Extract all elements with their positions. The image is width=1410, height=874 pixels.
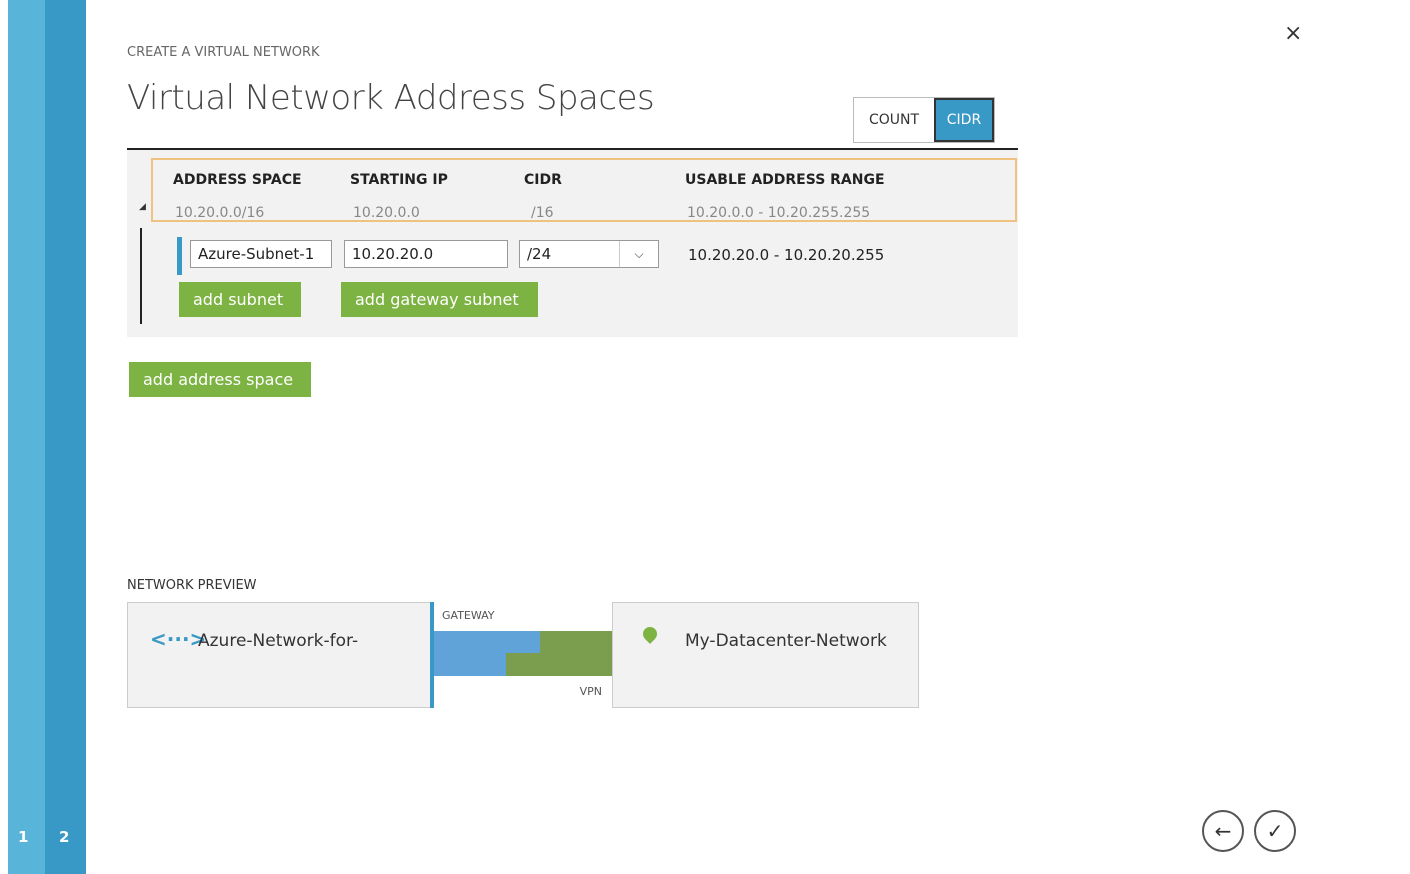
view-mode-toggle: COUNT CIDR xyxy=(853,97,995,143)
local-network-box: My-Datacenter-Network xyxy=(612,602,919,708)
header-address-space: ADDRESS SPACE xyxy=(173,172,302,188)
back-arrow-button[interactable]: ← xyxy=(1202,810,1244,852)
count-toggle-button[interactable]: COUNT xyxy=(854,98,934,142)
cidr-value: /16 xyxy=(531,205,554,221)
step-1[interactable]: 1 xyxy=(8,0,45,874)
azure-network-box: <···> Azure-Network-for- xyxy=(127,602,432,708)
close-icon[interactable]: × xyxy=(1284,22,1302,46)
step-2-number: 2 xyxy=(59,828,70,846)
subnet-starting-ip-input[interactable]: 10.20.20.0 xyxy=(344,240,508,268)
page-title: Virtual Network Address Spaces xyxy=(127,78,655,118)
subnet-name-input[interactable]: Azure-Subnet-1 xyxy=(190,240,332,268)
subnet-usable-range: 10.20.20.0 - 10.20.20.255 xyxy=(688,246,885,264)
wizard-subtitle: CREATE A VIRTUAL NETWORK xyxy=(127,45,320,60)
address-space-row[interactable]: ADDRESS SPACE STARTING IP CIDR USABLE AD… xyxy=(151,158,1017,222)
starting-ip-value: 10.20.0.0 xyxy=(353,205,420,221)
address-space-table: ADDRESS SPACE STARTING IP CIDR USABLE AD… xyxy=(127,148,1018,337)
header-usable-range: USABLE ADDRESS RANGE xyxy=(685,172,885,188)
subnet-cidr-select[interactable]: /24 ⌵ xyxy=(519,240,659,268)
wizard-steps: 1 2 xyxy=(8,0,86,874)
add-gateway-subnet-button[interactable]: add gateway subnet xyxy=(341,282,538,317)
address-space-value: 10.20.0.0/16 xyxy=(175,205,265,221)
local-network-name: My-Datacenter-Network xyxy=(685,631,887,651)
location-pin-icon xyxy=(640,624,660,644)
connection-diagram: GATEWAY VPN xyxy=(430,602,616,708)
step-1-number: 1 xyxy=(18,828,29,846)
chevron-down-icon[interactable]: ⌵ xyxy=(619,241,658,267)
vpn-band-upper xyxy=(540,631,612,653)
cidr-toggle-button[interactable]: CIDR xyxy=(934,98,994,142)
subnet-row-indicator xyxy=(177,237,182,275)
add-subnet-button[interactable]: add subnet xyxy=(179,282,301,317)
subnet-cidr-value: /24 xyxy=(527,245,552,263)
collapse-triangle-icon[interactable]: ◢ xyxy=(139,202,146,212)
azure-network-name: Azure-Network-for- xyxy=(198,631,359,651)
subnet-tree-line xyxy=(140,228,142,324)
gateway-label: GATEWAY xyxy=(442,609,495,622)
vpn-band-lower xyxy=(506,653,612,676)
network-preview-label: NETWORK PREVIEW xyxy=(127,578,257,593)
step-2[interactable]: 2 xyxy=(45,0,86,874)
finish-check-button[interactable]: ✓ xyxy=(1254,810,1296,852)
vpn-label: VPN xyxy=(579,685,602,698)
usable-range-value: 10.20.0.0 - 10.20.255.255 xyxy=(687,205,871,221)
header-cidr: CIDR xyxy=(524,172,562,188)
header-starting-ip: STARTING IP xyxy=(350,172,448,188)
add-address-space-button[interactable]: add address space xyxy=(129,362,311,397)
